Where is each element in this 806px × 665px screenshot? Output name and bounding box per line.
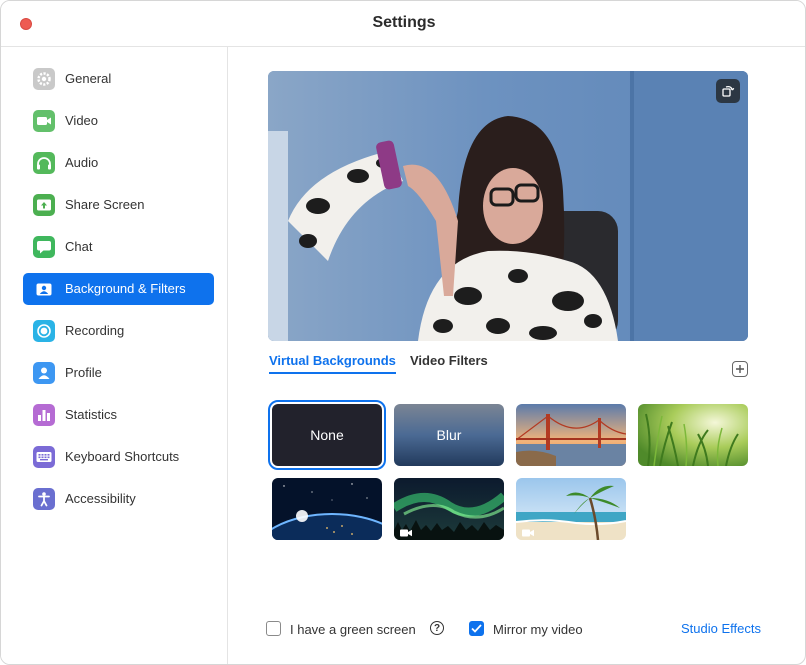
sidebar-item-label: General — [65, 71, 112, 86]
checkmark-icon — [471, 624, 482, 633]
add-background-button[interactable] — [732, 361, 748, 377]
mirror-video-checkbox[interactable] — [469, 621, 484, 636]
settings-content: Virtual Backgrounds Video Filters None B… — [229, 47, 805, 664]
video-background-icon — [400, 524, 412, 537]
sidebar-item-label: Recording — [65, 323, 125, 338]
sidebar-item-video[interactable]: Video — [23, 105, 214, 137]
video-camera-icon — [33, 110, 55, 132]
sidebar-item-profile[interactable]: Profile — [23, 357, 214, 389]
background-label: None — [310, 427, 344, 443]
sidebar-item-label: Audio — [65, 155, 99, 170]
keyboard-icon — [33, 446, 55, 468]
sidebar-item-label: Accessibility — [65, 491, 136, 506]
background-golden-gate-bridge[interactable] — [516, 404, 626, 466]
person-background-icon — [33, 278, 55, 300]
accessibility-icon — [33, 488, 55, 510]
profile-icon — [33, 362, 55, 384]
sidebar-item-audio[interactable]: Audio — [23, 147, 214, 179]
settings-window: Settings General Video Audio Share Scree… — [0, 0, 806, 665]
studio-effects-link[interactable]: Studio Effects — [681, 621, 761, 636]
background-earth-space[interactable] — [272, 478, 382, 540]
camera-preview-image — [268, 71, 748, 341]
background-none[interactable]: None — [268, 400, 386, 470]
sidebar-item-label: Share Screen — [65, 197, 145, 212]
golden-gate-image — [516, 404, 626, 466]
tab-virtual-backgrounds[interactable]: Virtual Backgrounds — [269, 353, 396, 374]
grass-image — [638, 404, 748, 466]
camera-preview — [268, 71, 748, 341]
title-bar: Settings — [1, 1, 805, 47]
tab-video-filters[interactable]: Video Filters — [410, 353, 488, 368]
record-icon — [33, 320, 55, 342]
plus-icon — [736, 365, 744, 373]
sidebar-item-share-screen[interactable]: Share Screen — [23, 189, 214, 221]
sidebar-item-label: Background & Filters — [65, 281, 186, 296]
sidebar-item-label: Profile — [65, 365, 102, 380]
headphones-icon — [33, 152, 55, 174]
window-title: Settings — [372, 14, 436, 31]
background-label: Blur — [436, 427, 462, 443]
sidebar-item-keyboard-shortcuts[interactable]: Keyboard Shortcuts — [23, 441, 214, 473]
video-background-icon — [522, 524, 534, 537]
sidebar-item-label: Video — [65, 113, 99, 128]
sidebar-item-recording[interactable]: Recording — [23, 315, 214, 347]
green-screen-label: I have a green screen — [290, 622, 416, 637]
sidebar-item-label: Keyboard Shortcuts — [65, 449, 180, 464]
chat-bubble-icon — [33, 236, 55, 258]
share-screen-icon — [33, 194, 55, 216]
gear-icon — [33, 68, 55, 90]
rotate-camera-button[interactable] — [716, 79, 740, 103]
green-screen-checkbox[interactable] — [266, 621, 281, 636]
sidebar-item-label: Chat — [65, 239, 93, 254]
settings-sidebar: General Video Audio Share Screen Chat Ba… — [1, 47, 228, 664]
sidebar-item-background-filters[interactable]: Background & Filters — [23, 273, 214, 305]
background-aurora[interactable] — [394, 478, 504, 540]
background-blur[interactable]: Blur — [394, 404, 504, 466]
sidebar-item-label: Statistics — [65, 407, 118, 422]
sidebar-item-accessibility[interactable]: Accessibility — [23, 483, 214, 515]
rotate-icon — [722, 85, 735, 97]
mirror-video-label: Mirror my video — [493, 622, 583, 637]
background-grass[interactable] — [638, 404, 748, 466]
sidebar-item-statistics[interactable]: Statistics — [23, 399, 214, 431]
help-icon[interactable]: ? — [430, 621, 444, 635]
bar-chart-icon — [33, 404, 55, 426]
earth-image — [272, 478, 382, 540]
sidebar-item-general[interactable]: General — [23, 63, 214, 95]
background-beach[interactable] — [516, 478, 626, 540]
sidebar-item-chat[interactable]: Chat — [23, 231, 214, 263]
